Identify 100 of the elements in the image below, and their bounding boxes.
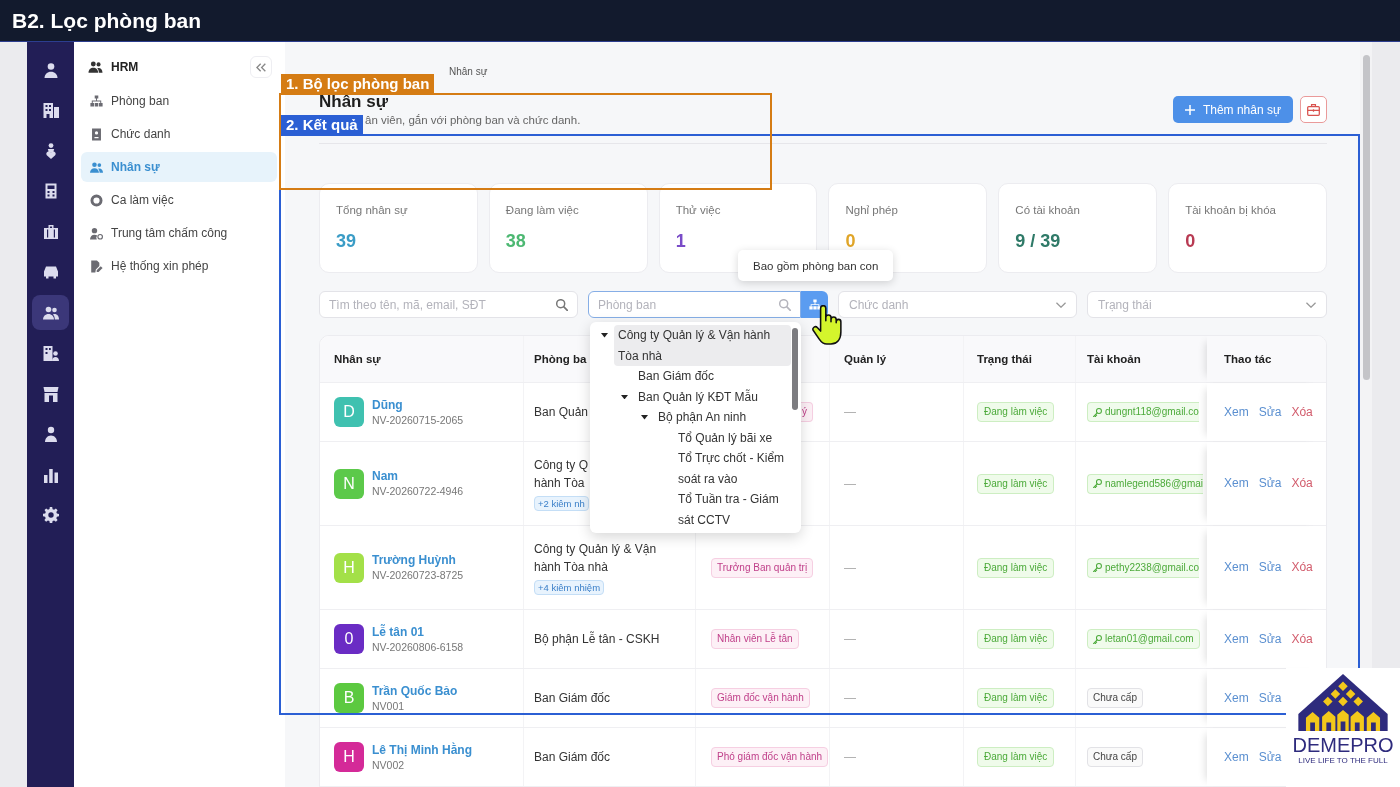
empty-value: —: [844, 560, 856, 575]
settings-icon: [42, 507, 59, 523]
sidebar-item[interactable]: Trung tâm chấm công: [81, 218, 277, 248]
column-header: Trạng thái: [977, 353, 1032, 365]
view-link[interactable]: Xem: [1224, 404, 1249, 420]
page-subtitle: ân viên, gắn với phòng ban và chức danh.: [365, 113, 581, 127]
stat-value: 1: [675, 230, 686, 252]
concurrent-roles-tag: +2 kiêm nh: [534, 496, 589, 511]
scrollbar-thumb[interactable]: [1363, 55, 1370, 380]
caret-icon[interactable]: [640, 415, 648, 420]
employee-name[interactable]: Lễ tân 01: [372, 624, 425, 640]
column-header: Nhân sự: [334, 353, 381, 365]
tree-item[interactable]: Ban Quản lý KĐT Mẫu: [634, 386, 791, 407]
delete-link[interactable]: Xóa: [1291, 404, 1313, 420]
status-tag: Đang làm việc: [977, 557, 1055, 578]
key-icon: [1093, 634, 1102, 644]
employee-name[interactable]: Dũng: [372, 397, 403, 413]
rail-button[interactable]: [32, 295, 69, 330]
sitemap-icon: [90, 94, 103, 108]
view-link[interactable]: Xem: [1224, 560, 1249, 575]
delete-link[interactable]: Xóa: [1291, 631, 1313, 647]
employee-name[interactable]: Lê Thị Minh Hằng: [372, 742, 472, 758]
sidebar-item[interactable]: Chức danh: [81, 119, 277, 149]
tree-item[interactable]: Bộ phận An ninh: [654, 407, 791, 428]
view-link[interactable]: Xem: [1224, 749, 1249, 765]
concurrent-roles-tag: +4 kiêm nhiệm: [534, 580, 605, 595]
search-field[interactable]: Tìm theo tên, mã, email, SĐT: [319, 291, 578, 318]
tree-item[interactable]: Tổ Tuần tra - Giám sát CCTV: [674, 489, 791, 530]
sidebar-item[interactable]: Phòng ban: [81, 86, 277, 116]
edit-link[interactable]: Sửa: [1258, 749, 1282, 765]
hand-cursor-icon: [812, 305, 842, 345]
department-name: Ban Giám đốc: [534, 690, 611, 707]
annotation-label: 1. Bộ lọc phòng ban: [281, 74, 435, 93]
search-icon: [779, 298, 791, 311]
position-tag: Giám đốc vận hành: [711, 688, 810, 708]
caret-icon[interactable]: [600, 333, 608, 338]
collapse-button[interactable]: [250, 56, 272, 78]
tree-item[interactable]: Tổ Trực chốt - Kiểm soát ra vào: [674, 448, 791, 489]
employee-name[interactable]: Trần Quốc Bảo: [372, 683, 458, 699]
empty-value: —: [844, 691, 856, 705]
view-link[interactable]: Xem: [1224, 690, 1249, 706]
empty-value: —: [844, 750, 856, 764]
stat-value: 0: [1185, 230, 1196, 252]
edit-link[interactable]: Sửa: [1258, 631, 1282, 647]
view-link[interactable]: Xem: [1224, 476, 1249, 491]
edit-link[interactable]: Sửa: [1258, 690, 1282, 706]
store-icon: [42, 385, 59, 402]
position-tag: Phó giám đốc vận hành: [711, 747, 829, 767]
view-link[interactable]: Xem: [1224, 631, 1249, 647]
delete-link[interactable]: Xóa: [1291, 476, 1313, 491]
house-logo-icon: [1298, 674, 1388, 731]
status-tag: Đang làm việc: [977, 688, 1055, 708]
employee-code: NV002: [372, 757, 405, 772]
department-name: Ban Quản: [534, 404, 589, 421]
stat-value: 39: [336, 230, 357, 252]
delete-link[interactable]: Xóa: [1291, 560, 1313, 575]
add-employee-button[interactable]: Thêm nhân sự: [1172, 96, 1293, 123]
sidebar-item[interactable]: Ca làm việc: [81, 185, 277, 215]
empty-value: —: [844, 405, 856, 419]
employee-name[interactable]: Trường Huỳnh: [372, 553, 456, 568]
stat-label: Có tài khoản: [1015, 203, 1080, 217]
tree-item[interactable]: Công ty Quản lý & Vận hành Tòa nhà: [614, 325, 791, 366]
account-email: namlegend586@gmai: [1105, 477, 1203, 490]
edit-link[interactable]: Sửa: [1258, 404, 1282, 420]
sitemap-icon: [808, 298, 821, 311]
account-email: pethy2238@gmail.co: [1105, 561, 1200, 574]
position-tag: Trưởng Ban quản trị: [711, 557, 814, 578]
stat-value: 38: [505, 230, 526, 252]
employee-code: NV-20260723-8725: [372, 568, 464, 582]
lesson-title: B2. Lọc phòng ban: [12, 7, 201, 34]
icon-button[interactable]: [1300, 96, 1327, 123]
department-field[interactable]: Phòng ban: [588, 291, 801, 318]
position-select[interactable]: Chức danh: [838, 291, 1077, 318]
account-email: letan01@gmail.com: [1105, 633, 1194, 645]
department-name: Công ty Q hành Tòa: [534, 457, 589, 492]
empty-value: —: [844, 632, 856, 646]
stat-label: Tài khoản bị khóa: [1185, 203, 1276, 217]
user-icon: [42, 61, 59, 78]
avatar: 0: [334, 624, 364, 654]
sidebar-item[interactable]: Nhân sự: [81, 152, 277, 182]
tree-item[interactable]: Tổ Quản lý bãi xe: [674, 427, 791, 448]
edit-link[interactable]: Sửa: [1258, 560, 1282, 575]
sidebar-item[interactable]: Hệ thống xin phép: [81, 251, 277, 281]
tree-item[interactable]: Ban Giám đốc: [634, 366, 791, 387]
status-select[interactable]: Trạng thái: [1087, 291, 1327, 318]
building-icon: [42, 102, 59, 118]
caret-icon[interactable]: [620, 394, 628, 399]
brand-name: DEMEPRO: [1292, 734, 1394, 756]
department-name: Ban Giám đốc: [534, 749, 611, 766]
account-status-tag: Chưa cấp: [1087, 747, 1143, 767]
employee-name[interactable]: Nam: [372, 469, 398, 484]
breadcrumb-item: Nhân sự: [449, 66, 488, 78]
department-name: Công ty Quản lý & Vận hành Tòa nhà: [534, 541, 658, 576]
search-icon: [556, 298, 568, 311]
scrollbar-thumb[interactable]: [792, 328, 798, 410]
suitcase-icon: [42, 223, 59, 240]
column-header: Tài khoản: [1087, 353, 1141, 365]
double-chevron-left-icon: [256, 62, 266, 72]
edit-link[interactable]: Sửa: [1258, 476, 1282, 491]
key-icon: [1093, 563, 1102, 572]
